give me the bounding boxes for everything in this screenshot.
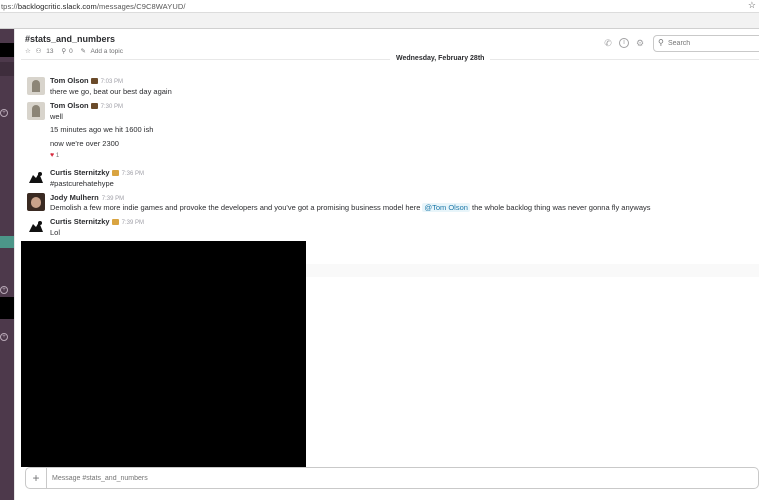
message-text: now we're over 2300 [50, 139, 119, 148]
pin-icon: ⚲ [61, 48, 67, 55]
message-sender[interactable]: Curtis Sternitzky 7:36 PM [50, 168, 144, 177]
bookmark-star-icon[interactable]: ☆ [748, 0, 756, 11]
sidebar-item[interactable] [0, 62, 14, 76]
message-text: Lol [50, 228, 61, 237]
bookmarks-bar [0, 13, 759, 29]
info-icon[interactable]: i [619, 38, 629, 48]
sidebar-redacted-block [0, 297, 14, 319]
status-emoji-icon [111, 170, 119, 176]
date-separator-label: Wednesday, February 28th [390, 55, 491, 62]
member-count[interactable]: ⚇ 13 [36, 48, 57, 55]
phone-icon[interactable]: ✆ [603, 38, 613, 48]
message-timestamp[interactable]: 7:39 PM [122, 220, 144, 226]
message-timestamp[interactable]: 7:36 PM [122, 171, 144, 177]
search-input[interactable] [668, 38, 758, 49]
avatar[interactable] [27, 102, 45, 120]
status-emoji-icon [111, 219, 119, 225]
address-bar[interactable]: tps://backlogcritic.slack.com/messages/C… [0, 0, 759, 13]
pinned-count[interactable]: ⚲ 0 [61, 48, 75, 55]
star-icon[interactable]: ☆ [25, 48, 31, 55]
add-topic-link[interactable]: ✎ Add a topic [81, 48, 126, 55]
message-input[interactable] [52, 473, 652, 484]
curtis-avatar-icon [29, 221, 43, 232]
avatar[interactable] [27, 193, 45, 211]
avatar[interactable] [27, 77, 45, 95]
url-text[interactable]: tps://backlogcritic.slack.com/messages/C… [1, 2, 186, 11]
status-emoji-icon [90, 103, 98, 109]
redacted-region [21, 241, 306, 467]
sidebar-item-active-channel[interactable] [0, 236, 14, 248]
message-sender[interactable]: Curtis Sternitzky 7:39 PM [50, 217, 144, 226]
message-text: well [50, 112, 63, 121]
gear-icon[interactable]: ⚙ [635, 38, 645, 48]
message-sender[interactable]: Tom Olson 7:03 PM [50, 76, 123, 85]
message-timestamp[interactable]: 7:30 PM [101, 104, 123, 110]
pencil-icon: ✎ [80, 48, 86, 55]
plus-icon[interactable]: + [26, 468, 47, 488]
message-timestamp[interactable]: 7:03 PM [101, 79, 123, 85]
reaction-heart[interactable]: ♥ 1 [50, 152, 59, 159]
curtis-avatar-icon [29, 172, 43, 183]
message-text: 15 minutes ago we hit 1600 ish [50, 125, 154, 134]
add-app-icon[interactable]: + [0, 333, 8, 341]
status-emoji-icon [90, 78, 98, 84]
search-icon: ⚲ [658, 38, 664, 47]
add-channel-icon[interactable]: + [0, 109, 8, 117]
avatar[interactable] [27, 218, 45, 236]
avatar[interactable] [27, 169, 45, 187]
message-text: Demolish a few more indie games and prov… [50, 203, 651, 212]
message-timestamp[interactable]: 7:39 PM [102, 196, 124, 202]
search-box[interactable]: ⚲ [653, 35, 759, 52]
message-text: #pastcurehatehype [50, 179, 114, 188]
people-icon: ⚇ [35, 48, 42, 55]
message-composer[interactable]: + [25, 467, 759, 489]
channel-meta: ☆ ⚇ 13 ⚲ 0 ✎ Add a topic [25, 47, 129, 55]
hover-highlight [306, 264, 759, 277]
heart-icon: ♥ [50, 152, 55, 159]
sidebar-redacted-block [0, 43, 14, 57]
message-sender[interactable]: Tom Olson 7:30 PM [50, 101, 123, 110]
team-sidebar: + + + [0, 29, 14, 500]
message-sender[interactable]: Jody Mulhern 7:39 PM [50, 193, 124, 202]
user-mention[interactable]: @Tom Olson [422, 203, 470, 212]
sidebar-divider [14, 29, 21, 500]
message-text: there we go, beat our best day again [50, 87, 172, 96]
channel-title[interactable]: #stats_and_numbers [25, 34, 115, 44]
add-dm-icon[interactable]: + [0, 286, 8, 294]
